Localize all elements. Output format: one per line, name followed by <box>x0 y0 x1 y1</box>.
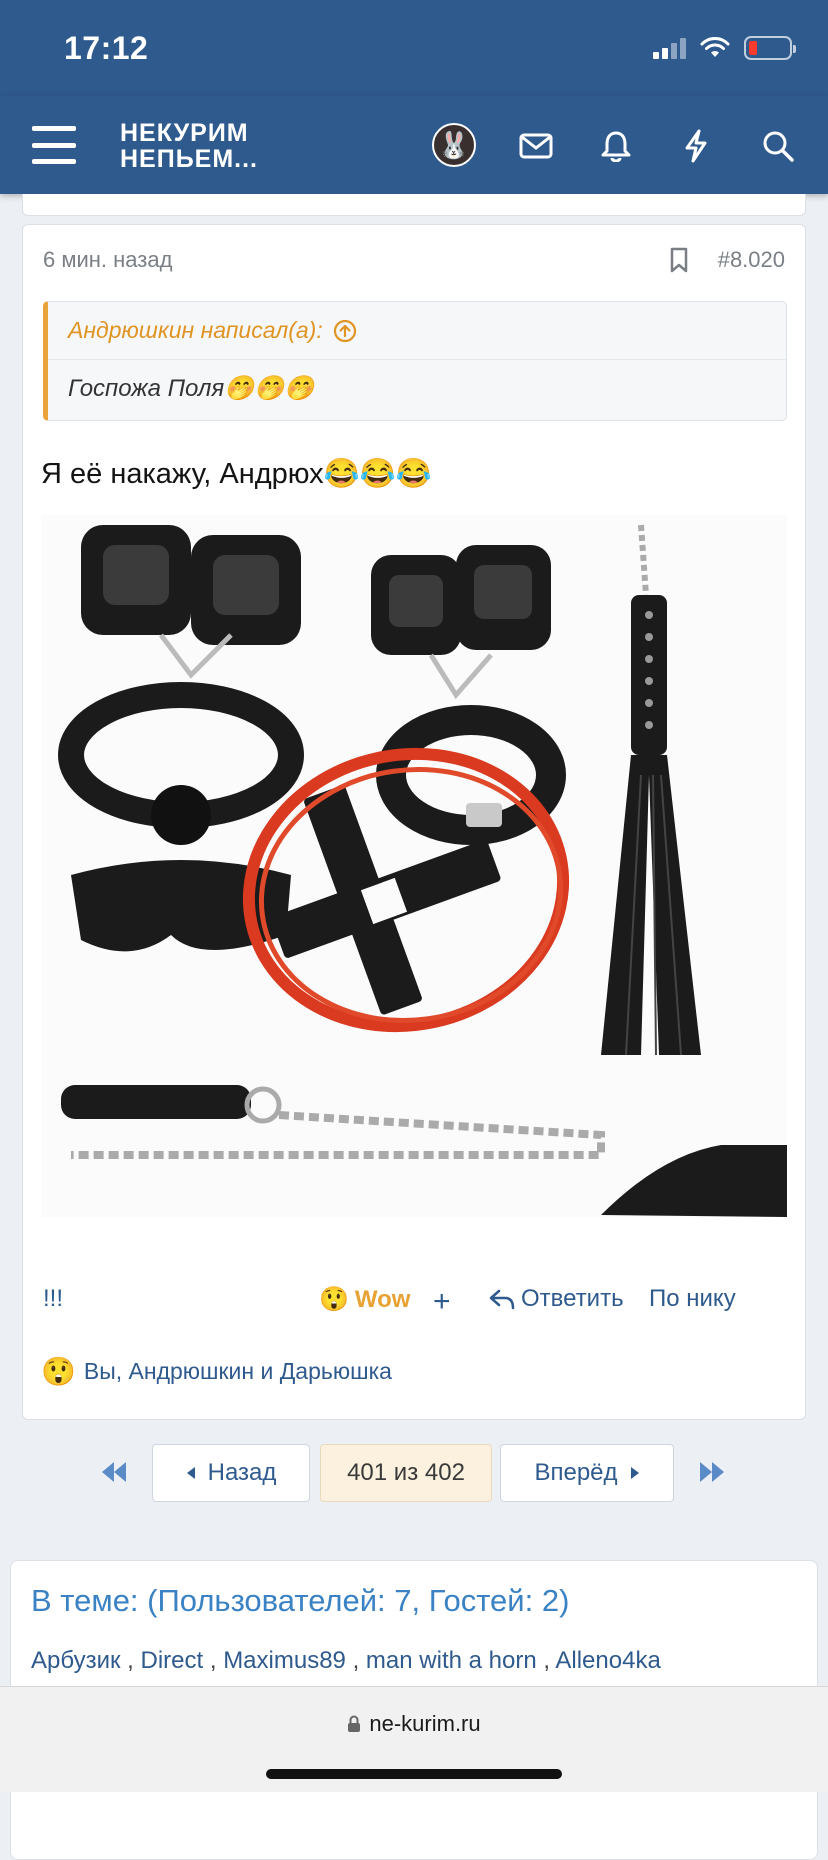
next-page-button[interactable]: Вперёд <box>500 1444 674 1502</box>
address-bar[interactable]: ne-kurim.ru <box>0 1711 828 1737</box>
lightning-icon[interactable] <box>674 124 718 168</box>
user-link[interactable]: man with a horn <box>366 1647 537 1674</box>
site-header: НЕКУРИМ НЕПЬЕМ... 🐰 <box>0 96 828 194</box>
prev-page-button[interactable]: Назад <box>152 1444 310 1502</box>
thread-viewers-list: Арбузик , Direct , Maximus89 , man with … <box>31 1647 661 1674</box>
caret-left-icon <box>186 1467 195 1479</box>
logo-line-1: НЕКУРИМ <box>120 119 249 147</box>
user-avatar[interactable]: 🐰 <box>432 123 476 167</box>
wow-emoji-icon: 😲 <box>319 1286 349 1313</box>
lock-icon <box>348 1715 361 1732</box>
last-page-icon[interactable] <box>698 1458 726 1491</box>
arrow-up-circle-icon[interactable] <box>333 319 357 343</box>
site-logo[interactable]: НЕКУРИМ НЕПЬЕМ... <box>120 120 258 172</box>
current-page: 401 из 402 <box>320 1444 492 1502</box>
user-link[interactable]: Alleno4ka <box>555 1647 660 1674</box>
reply-by-nick-button[interactable]: По нику <box>649 1285 736 1313</box>
reactions-users: Вы, Андрюшкин и Дарьюшка <box>83 1358 392 1384</box>
post-time[interactable]: 6 мин. назад <box>43 247 172 273</box>
quote-header[interactable]: Андрюшкин написал(а): <box>48 302 786 360</box>
user-link[interactable]: Direct <box>141 1647 204 1674</box>
user-link[interactable]: Maximus89 <box>223 1647 346 1674</box>
browser-bar: ne-kurim.ru <box>0 1686 828 1792</box>
status-icons <box>653 36 796 60</box>
status-bar: 17:12 <box>0 0 828 96</box>
post-card: 6 мин. назад #8.020 Андрюшкин написал(а)… <box>22 224 806 1420</box>
bell-icon[interactable] <box>594 124 638 168</box>
signal-icon <box>653 37 686 59</box>
caret-right-icon <box>630 1467 639 1479</box>
post-message: Я её накажу, Андрюх😂😂😂 <box>41 458 433 490</box>
menu-icon[interactable] <box>32 126 76 164</box>
first-page-icon[interactable] <box>100 1458 128 1491</box>
reply-icon <box>489 1289 515 1310</box>
bookmark-icon[interactable] <box>669 247 689 278</box>
wow-emoji-icon: 😲 <box>41 1356 76 1387</box>
quote-text: Госпожа Поля🤭🤭🤭 <box>68 375 314 402</box>
pagination: Назад 401 из 402 Вперёд <box>0 1444 828 1504</box>
url-text: ne-kurim.ru <box>369 1711 481 1736</box>
status-time: 17:12 <box>64 30 149 66</box>
search-icon[interactable] <box>756 124 800 168</box>
wifi-icon <box>700 37 730 57</box>
reactions-summary[interactable]: 😲 Вы, Андрюшкин и Дарьюшка <box>41 1355 392 1388</box>
previous-post-edge <box>22 194 806 216</box>
add-reaction-button[interactable]: + <box>433 1285 451 1319</box>
post-actions: !!! 😲 Wow + Ответить По нику <box>41 1285 789 1325</box>
mail-icon[interactable] <box>514 124 558 168</box>
reply-button[interactable]: Ответить <box>489 1285 624 1313</box>
wow-reaction-button[interactable]: 😲 Wow <box>319 1285 410 1314</box>
battery-icon <box>744 36 796 60</box>
post-number[interactable]: #8.020 <box>718 247 785 273</box>
home-indicator <box>266 1769 562 1779</box>
reaction-exclaim-button[interactable]: !!! <box>43 1285 63 1313</box>
post-image[interactable] <box>41 515 787 1217</box>
user-link[interactable]: Арбузик <box>31 1647 120 1674</box>
quote-author: Андрюшкин написал(а): <box>68 317 323 343</box>
quote-block: Андрюшкин написал(а): Госпожа Поля🤭🤭🤭 <box>43 301 787 421</box>
thread-viewers-title: В теме: (Пользователей: 7, Гостей: 2) <box>31 1583 570 1618</box>
logo-line-2: НЕПЬЕМ... <box>120 145 259 173</box>
